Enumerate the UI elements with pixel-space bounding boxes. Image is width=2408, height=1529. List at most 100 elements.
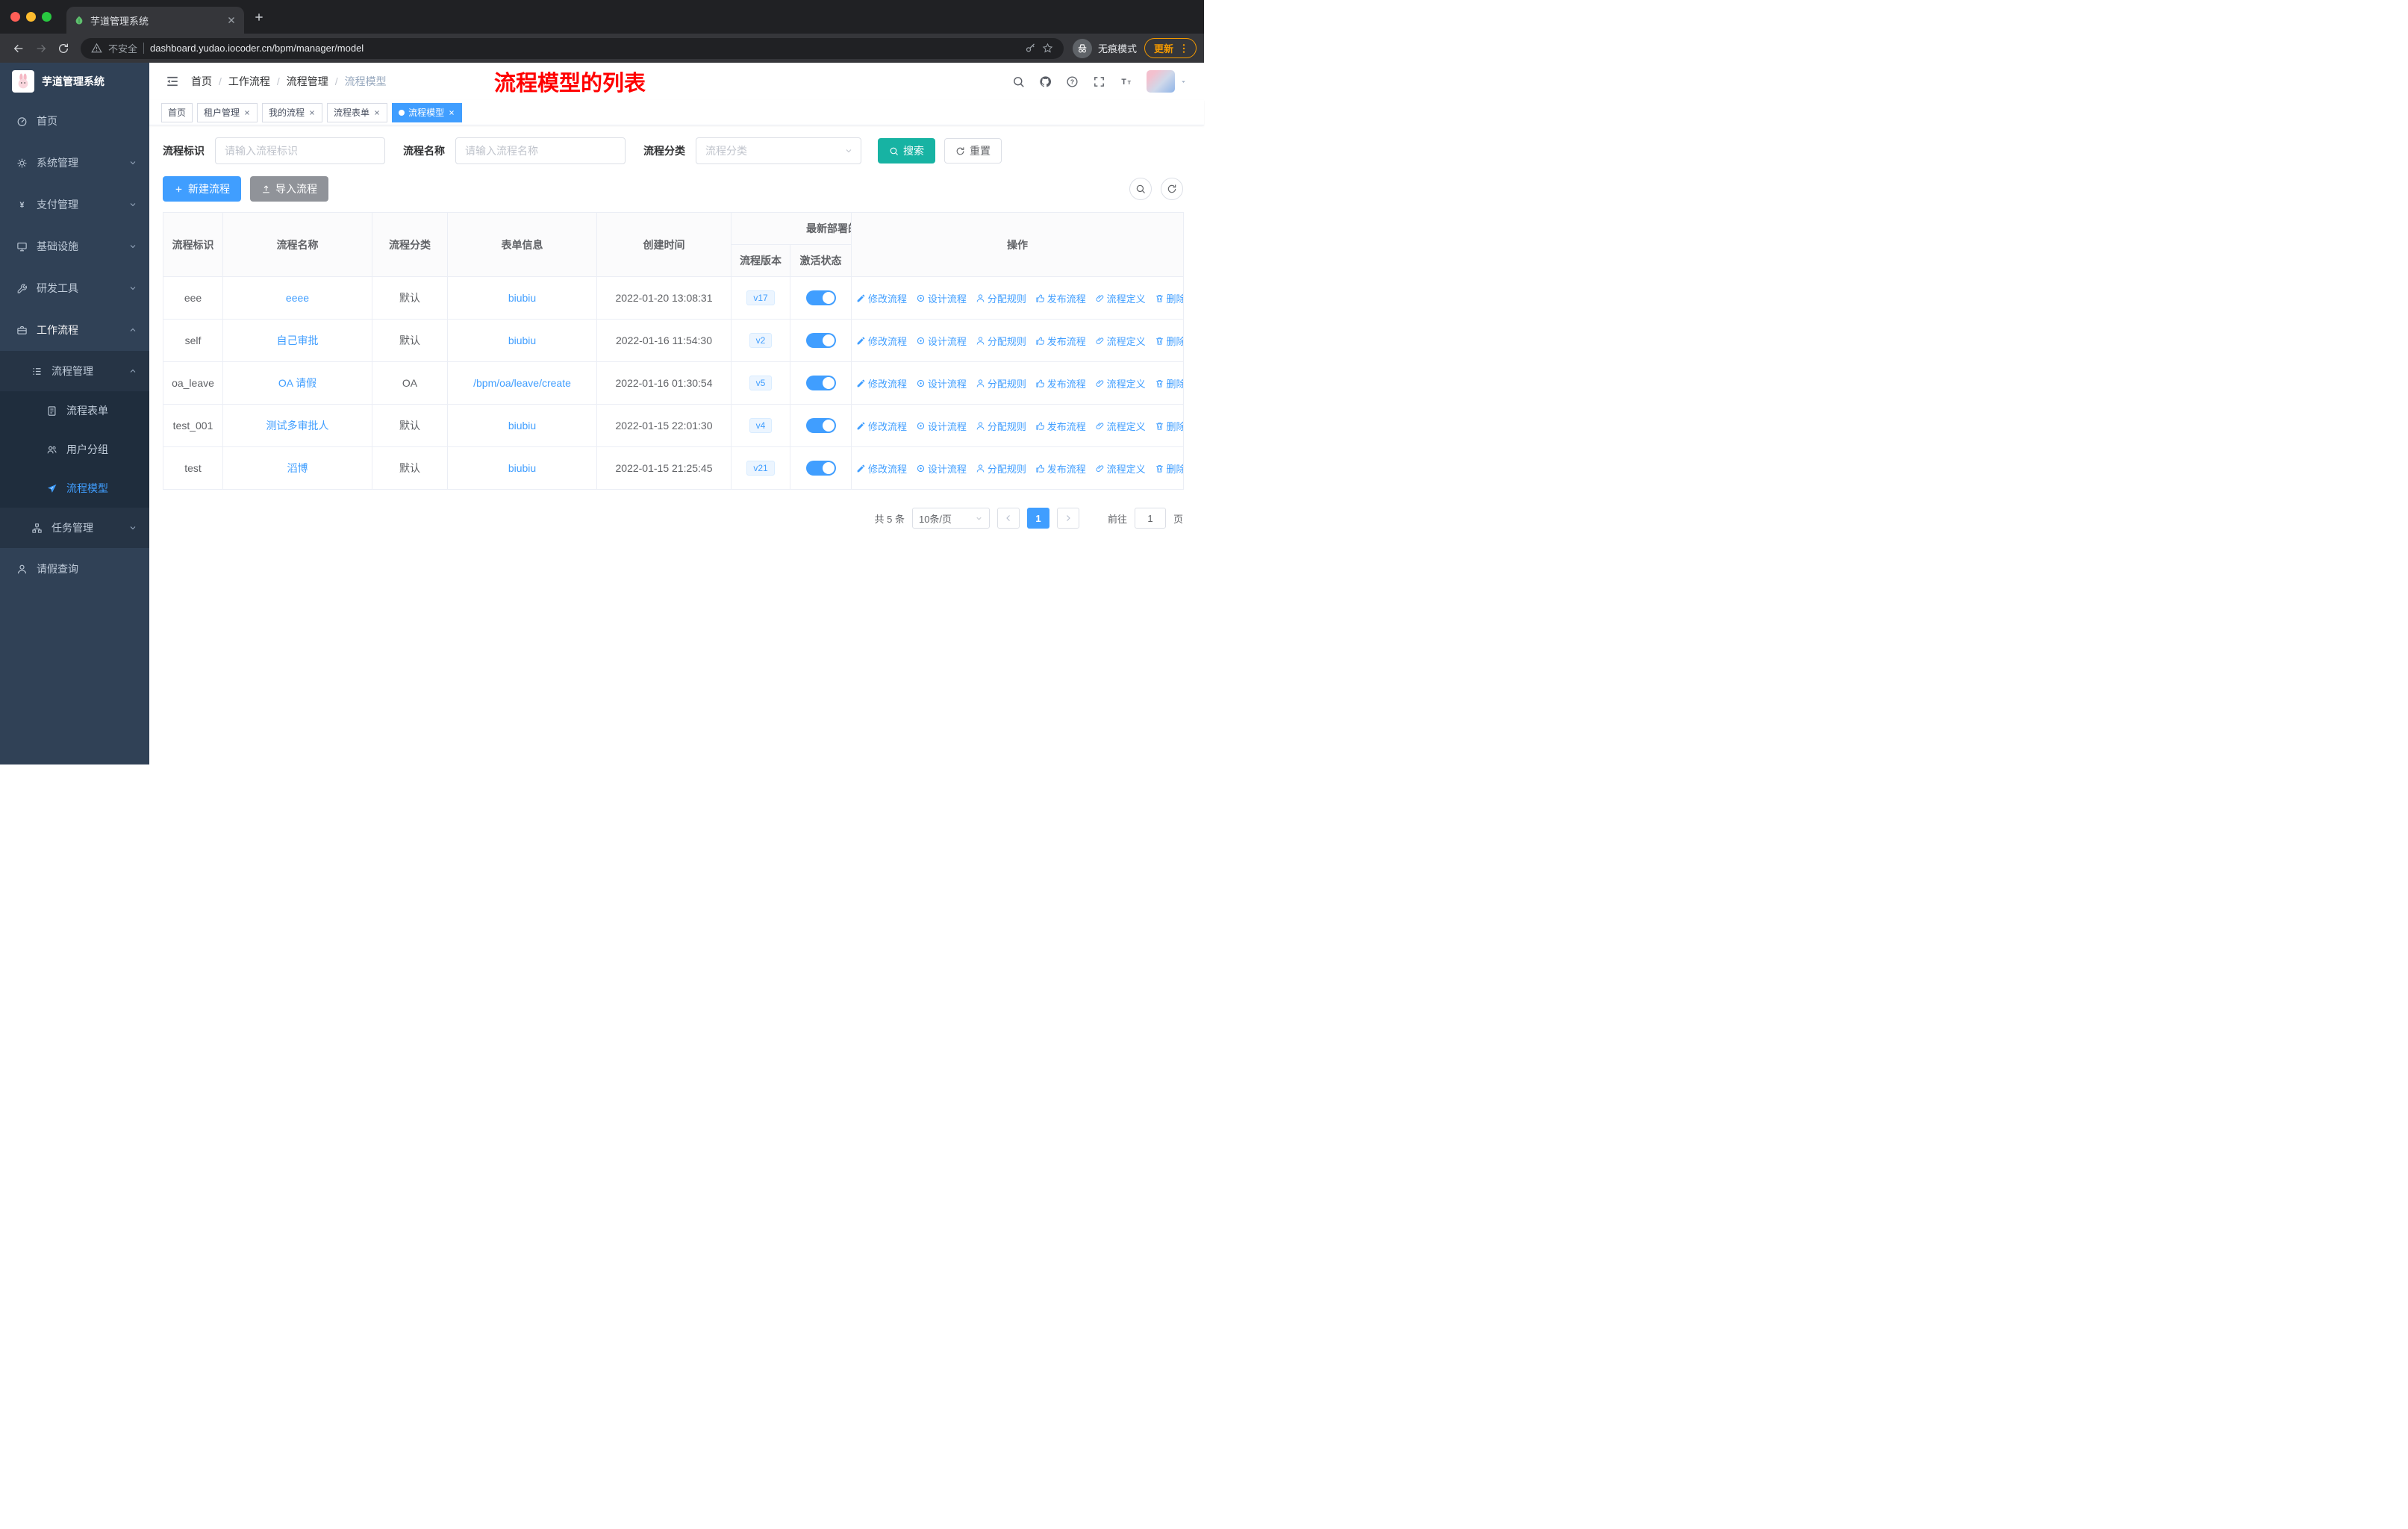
process-name-input[interactable]	[455, 137, 626, 164]
model-name-link[interactable]: 滔博	[287, 462, 308, 474]
action-delete[interactable]: 删除	[1155, 376, 1183, 390]
reload-button[interactable]	[52, 37, 75, 60]
tag-tenant-management[interactable]: 租户管理	[197, 102, 258, 122]
close-window-button[interactable]	[10, 12, 20, 22]
close-icon[interactable]	[448, 109, 455, 116]
action-publish-process[interactable]: 发布流程	[1035, 419, 1086, 433]
form-info-link[interactable]: biubiu	[508, 292, 536, 304]
sidebar-item-payment[interactable]: 支付管理	[0, 184, 149, 225]
action-process-definition[interactable]: 流程定义	[1095, 376, 1146, 390]
tab-close-icon[interactable]	[226, 15, 237, 25]
action-delete[interactable]: 删除	[1155, 334, 1183, 348]
action-assign-rule[interactable]: 分配规则	[976, 376, 1026, 390]
action-process-definition[interactable]: 流程定义	[1095, 291, 1146, 305]
sidebar-item-devtools[interactable]: 研发工具	[0, 267, 149, 309]
next-page-button[interactable]	[1056, 508, 1079, 529]
model-name-link[interactable]: OA 请假	[278, 377, 316, 389]
action-delete[interactable]: 删除	[1155, 419, 1183, 433]
tag-home[interactable]: 首页	[161, 102, 193, 122]
action-assign-rule[interactable]: 分配规则	[976, 461, 1026, 476]
action-design-process[interactable]: 设计流程	[916, 291, 967, 305]
breadcrumb-process-management[interactable]: 流程管理	[287, 74, 328, 89]
user-avatar-menu[interactable]	[1147, 70, 1188, 93]
tag-process-model[interactable]: 流程模型	[392, 102, 463, 122]
address-bar[interactable]: 不安全 dashboard.yudao.iocoder.cn/bpm/manag…	[81, 37, 1064, 59]
close-icon[interactable]	[308, 109, 316, 116]
action-process-definition[interactable]: 流程定义	[1095, 334, 1146, 348]
active-toggle[interactable]	[805, 418, 836, 433]
sidebar-item-infrastructure[interactable]: 基础设施	[0, 225, 149, 267]
action-assign-rule[interactable]: 分配规则	[976, 291, 1026, 305]
action-edit-process[interactable]: 修改流程	[856, 334, 907, 348]
action-delete[interactable]: 删除	[1155, 461, 1183, 476]
sidebar-item-process-form[interactable]: 流程表单	[0, 391, 149, 430]
sidebar-item-leave-query[interactable]: 请假查询	[0, 548, 149, 590]
action-process-definition[interactable]: 流程定义	[1095, 419, 1146, 433]
action-design-process[interactable]: 设计流程	[916, 461, 967, 476]
sidebar-item-process-model[interactable]: 流程模型	[0, 469, 149, 508]
action-assign-rule[interactable]: 分配规则	[976, 334, 1026, 348]
browser-tab[interactable]: 芋道管理系统	[66, 7, 244, 34]
action-design-process[interactable]: 设计流程	[916, 376, 967, 390]
chrome-update-button[interactable]: 更新	[1144, 38, 1197, 58]
breadcrumb-workflow[interactable]: 工作流程	[228, 74, 270, 89]
process-key-input[interactable]	[215, 137, 385, 164]
back-button[interactable]	[7, 37, 30, 60]
github-icon[interactable]	[1039, 75, 1052, 88]
model-name-link[interactable]: eeee	[286, 292, 309, 304]
sidebar-item-process-management[interactable]: 流程管理	[0, 351, 149, 391]
sidebar-item-user-group[interactable]: 用户分组	[0, 430, 149, 469]
page-size-select[interactable]: 10条/页	[911, 508, 990, 529]
new-tab-button[interactable]	[253, 11, 265, 23]
bookmark-star-icon[interactable]	[1042, 43, 1053, 54]
sidebar-item-system[interactable]: 系统管理	[0, 142, 149, 184]
action-edit-process[interactable]: 修改流程	[856, 461, 907, 476]
breadcrumb-home[interactable]: 首页	[191, 74, 212, 89]
form-info-link[interactable]: biubiu	[508, 420, 536, 432]
current-page-button[interactable]: 1	[1026, 508, 1049, 529]
form-info-link[interactable]: /bpm/oa/leave/create	[473, 377, 571, 389]
sidebar-item-home[interactable]: 首页	[0, 100, 149, 142]
action-design-process[interactable]: 设计流程	[916, 419, 967, 433]
action-edit-process[interactable]: 修改流程	[856, 291, 907, 305]
reset-button[interactable]: 重置	[944, 138, 1002, 164]
action-edit-process[interactable]: 修改流程	[856, 419, 907, 433]
help-icon[interactable]	[1066, 75, 1079, 88]
process-category-select[interactable]: 流程分类	[696, 137, 861, 164]
refresh-table-button[interactable]	[1161, 178, 1183, 200]
action-design-process[interactable]: 设计流程	[916, 334, 967, 348]
search-icon[interactable]	[1012, 75, 1025, 88]
form-info-link[interactable]: biubiu	[508, 462, 536, 474]
action-assign-rule[interactable]: 分配规则	[976, 419, 1026, 433]
active-toggle[interactable]	[805, 376, 836, 390]
form-info-link[interactable]: biubiu	[508, 334, 536, 346]
avatar[interactable]	[1147, 70, 1175, 93]
import-process-button[interactable]: 导入流程	[250, 176, 328, 202]
toggle-search-button[interactable]	[1129, 178, 1152, 200]
prev-page-button[interactable]	[996, 508, 1020, 529]
action-process-definition[interactable]: 流程定义	[1095, 461, 1146, 476]
kebab-menu-icon[interactable]	[1178, 43, 1190, 55]
action-publish-process[interactable]: 发布流程	[1035, 461, 1086, 476]
active-toggle[interactable]	[805, 290, 836, 305]
create-process-button[interactable]: 新建流程	[163, 176, 241, 202]
font-size-icon[interactable]	[1120, 75, 1132, 88]
maximize-window-button[interactable]	[42, 12, 52, 22]
close-icon[interactable]	[243, 109, 251, 116]
tag-my-process[interactable]: 我的流程	[262, 102, 323, 122]
fullscreen-icon[interactable]	[1093, 75, 1105, 88]
active-toggle[interactable]	[805, 461, 836, 476]
action-publish-process[interactable]: 发布流程	[1035, 334, 1086, 348]
forward-button[interactable]	[30, 37, 52, 60]
model-name-link[interactable]: 自己审批	[277, 334, 319, 346]
action-delete[interactable]: 删除	[1155, 291, 1183, 305]
password-key-icon[interactable]	[1025, 43, 1036, 54]
goto-page-input[interactable]	[1134, 508, 1166, 529]
sidebar-item-task-management[interactable]: 任务管理	[0, 508, 149, 548]
search-button[interactable]: 搜索	[878, 138, 935, 164]
close-icon[interactable]	[373, 109, 381, 116]
model-name-link[interactable]: 测试多审批人	[266, 420, 329, 432]
active-toggle[interactable]	[805, 333, 836, 348]
action-edit-process[interactable]: 修改流程	[856, 376, 907, 390]
action-publish-process[interactable]: 发布流程	[1035, 376, 1086, 390]
